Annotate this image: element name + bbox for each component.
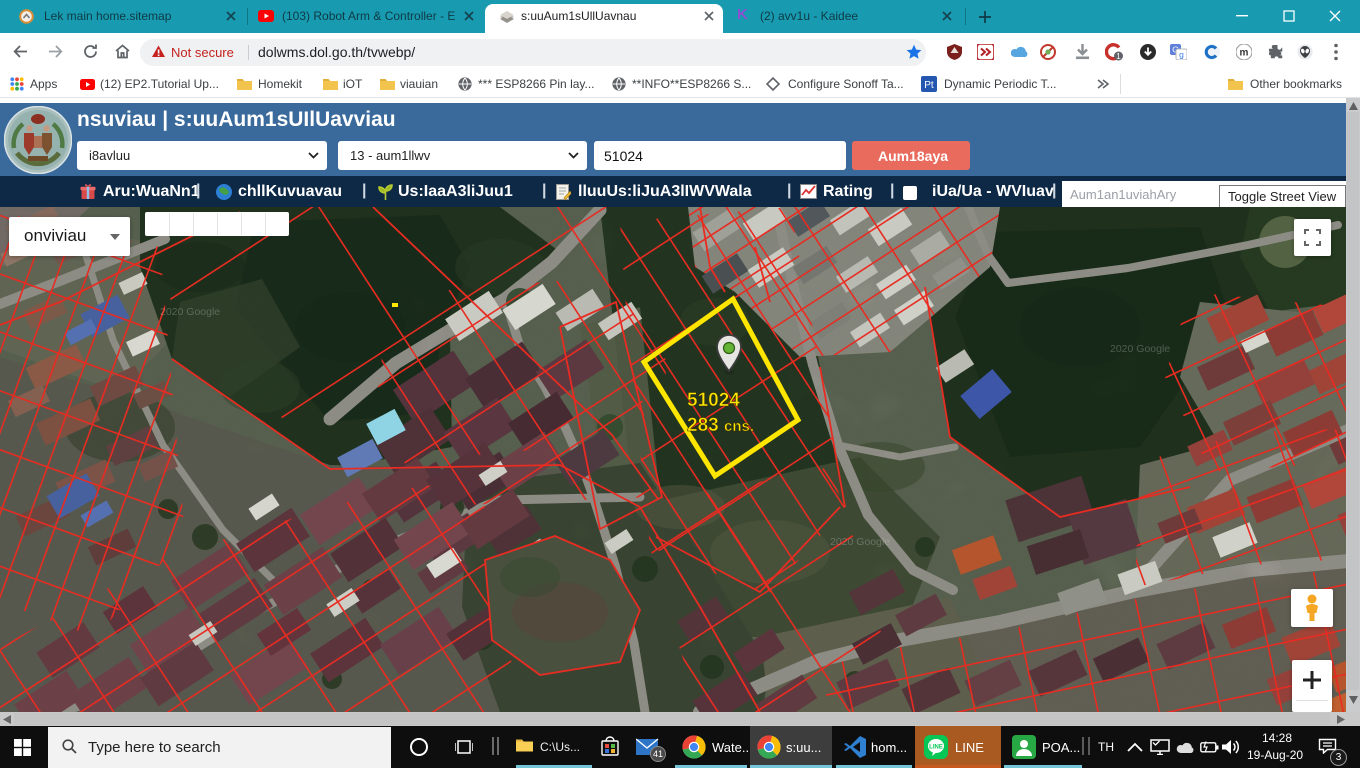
- svg-text:m: m: [1240, 48, 1249, 59]
- svg-text:1: 1: [1116, 52, 1121, 61]
- svg-text:2020 Google: 2020 Google: [160, 306, 220, 318]
- svg-text:Pt: Pt: [924, 80, 934, 91]
- svg-text:283 cns.: 283 cns.: [687, 415, 754, 436]
- svg-text:51024: 51024: [687, 390, 740, 411]
- svg-text:g: g: [1179, 50, 1184, 60]
- svg-text:LINE: LINE: [929, 745, 943, 751]
- svg-text:2020 Google: 2020 Google: [1110, 343, 1170, 355]
- svg-text:2020 Google: 2020 Google: [830, 536, 890, 548]
